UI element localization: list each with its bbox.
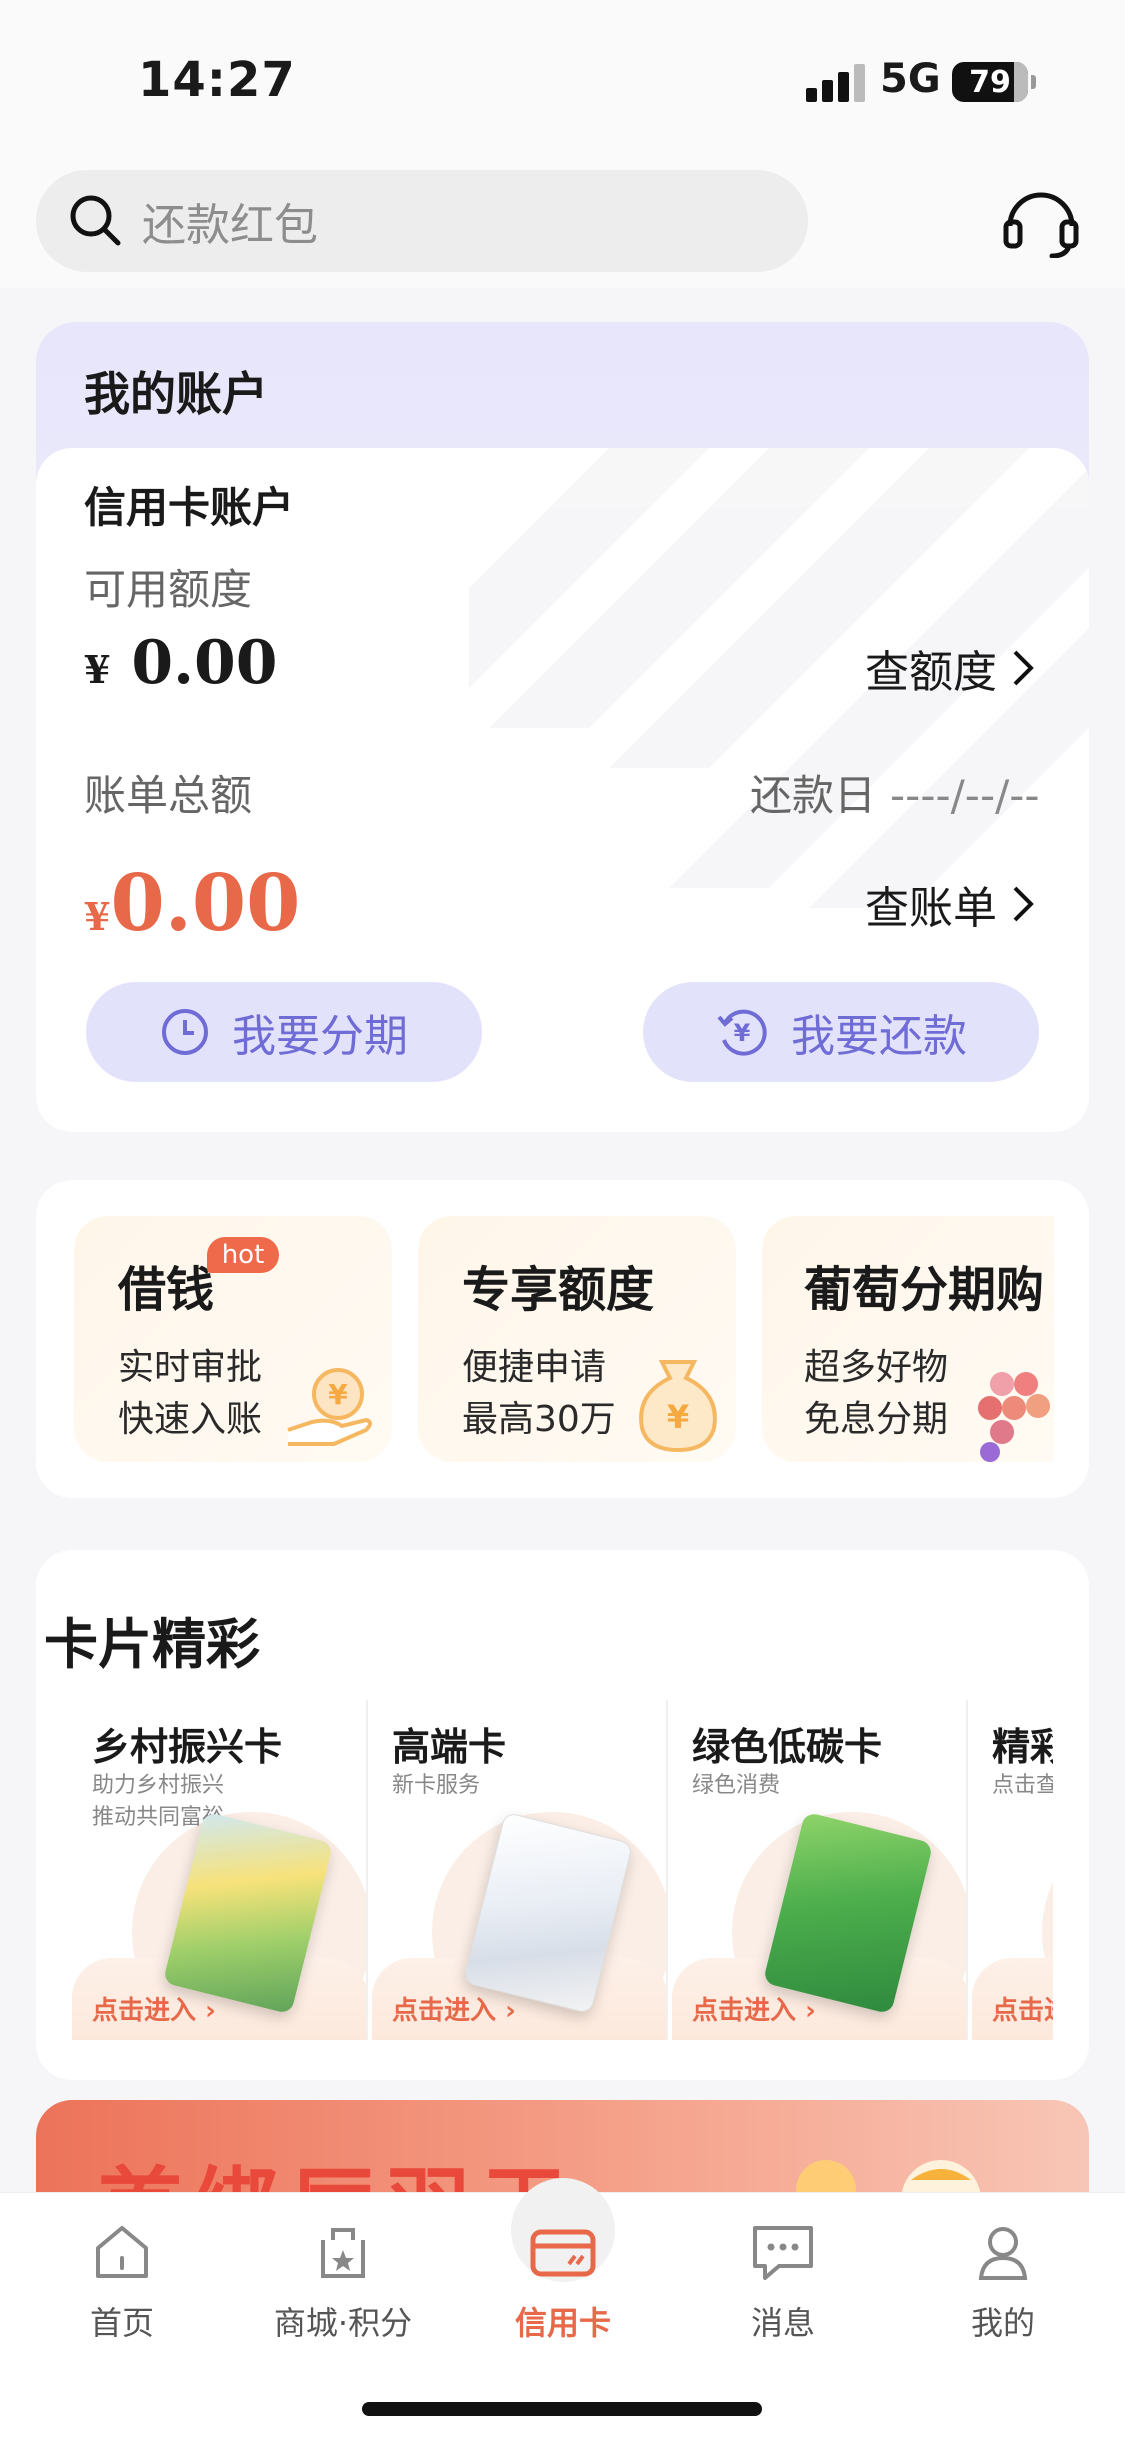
chevron-right-icon — [1013, 650, 1034, 686]
tab-label: 我的 — [970, 2304, 1035, 2342]
bill-total-label: 账单总额 — [84, 771, 253, 820]
repay-label: 我要还款 — [791, 1011, 967, 1062]
tab-shop[interactable]: 商城·积分 — [243, 2220, 443, 2344]
check-bill-label: 查账单 — [865, 883, 997, 934]
card-subtitle: 点击查 — [992, 1770, 1053, 1802]
card-sub-line1: 助力乡村振兴 — [92, 1773, 225, 1798]
exclusive-limit-title: 专享额度 — [462, 1262, 655, 1318]
card-name: 绿色低碳卡 — [692, 1725, 883, 1769]
bill-total-value: ¥0.00 — [84, 858, 300, 949]
home-indicator — [362, 2402, 762, 2416]
enter-link[interactable]: 点击进入 — [992, 1990, 1053, 2027]
check-limit-link[interactable]: 查额度 — [865, 636, 1035, 700]
exclusive-limit-card[interactable]: 专享额度 便捷申请 最高30万 ¥ — [418, 1216, 736, 1462]
currency-symbol: ¥ — [84, 894, 111, 939]
account-section-title: 我的账户 — [84, 367, 268, 421]
currency-symbol: ¥ — [84, 647, 111, 692]
card-name: 乡村振兴卡 — [92, 1725, 283, 1769]
network-type: 5G — [880, 56, 941, 102]
card-name: 精彩 — [992, 1725, 1053, 1769]
hot-badge: hot — [207, 1237, 279, 1273]
tab-label: 商城·积分 — [273, 2304, 413, 2342]
enter-label: 点击进入 — [392, 1996, 497, 2026]
borrow-title: 借钱 — [118, 1262, 215, 1318]
grape-installment-card[interactable]: 葡萄分期购 超多好物 免息分期 — [762, 1216, 1054, 1462]
tab-messages[interactable]: 消息 — [683, 2220, 883, 2344]
due-date: 还款日 ----/--/-- — [750, 762, 1040, 823]
battery-icon: 79 — [952, 62, 1036, 102]
available-limit-value: ¥ 0.00 — [84, 628, 277, 698]
check-limit-label: 查额度 — [865, 647, 997, 698]
card-subtitle: 绿色消费 — [692, 1770, 780, 1802]
signal-icon — [806, 62, 866, 102]
card-sub-line1: 点击查 — [992, 1773, 1053, 1798]
card-sub-line1: 绿色消费 — [692, 1773, 781, 1798]
bill-amount: 0.00 — [110, 858, 301, 949]
profile-icon — [978, 2227, 1028, 2280]
enter-label: 点击进入 — [92, 1996, 197, 2026]
exclusive-limit-line2: 最高30万 — [462, 1399, 616, 1440]
svg-text:¥: ¥ — [667, 1398, 689, 1436]
svg-text:¥: ¥ — [734, 1019, 751, 1047]
due-date-label: 还款日 — [750, 771, 877, 820]
grape-installment-title: 葡萄分期购 — [804, 1262, 1045, 1318]
message-icon — [753, 2226, 813, 2280]
card-name: 高端卡 — [392, 1725, 507, 1769]
card-subtitle: 新卡服务 — [392, 1770, 480, 1802]
enter-link[interactable]: 点击进入 › — [92, 1990, 216, 2027]
home-icon — [96, 2226, 148, 2278]
tab-credit-card[interactable]: 信用卡 — [463, 2220, 663, 2344]
borrow-line2: 快速入账 — [118, 1399, 263, 1440]
credit-card-account-title: 信用卡账户 — [84, 483, 295, 532]
chevron-right-icon — [1013, 886, 1034, 922]
money-bag-icon: ¥ — [639, 1360, 717, 1453]
installment-button[interactable]: 我要分期 — [86, 982, 482, 1082]
borrow-line1: 实时审批 — [118, 1347, 263, 1388]
search-icon — [70, 195, 121, 246]
enter-link[interactable]: 点击进入 › — [692, 1990, 816, 2027]
clock-icon — [162, 1009, 208, 1055]
available-limit-label: 可用额度 — [84, 565, 253, 614]
green-card-item[interactable]: 绿色低碳卡 绿色消费 点击进入 › — [672, 1700, 968, 2040]
grape-installment-line2: 免息分期 — [804, 1399, 949, 1440]
cards-section-title: 卡片精彩 — [44, 1613, 260, 1676]
search-input[interactable]: 还款红包 — [36, 170, 808, 272]
check-bill-link[interactable]: 查账单 — [865, 872, 1035, 936]
tab-profile[interactable]: 我的 — [903, 2220, 1103, 2344]
customer-service-icon[interactable] — [1000, 186, 1082, 258]
svg-text:¥: ¥ — [328, 1378, 348, 1411]
grape-icon — [978, 1372, 1050, 1462]
installment-label: 我要分期 — [232, 1011, 408, 1062]
premium-card-item[interactable]: 高端卡 新卡服务 点击进入 › — [372, 1700, 668, 2040]
grape-installment-line1: 超多好物 — [804, 1347, 949, 1388]
status-time: 14:27 — [138, 52, 296, 108]
search-placeholder: 还款红包 — [142, 200, 318, 251]
card-sub-line1: 新卡服务 — [392, 1773, 481, 1798]
enter-label: 点击进入 — [692, 1996, 797, 2026]
repay-icon: ¥ — [717, 1009, 767, 1056]
featured-card-item[interactable]: 精彩 点击查 点击进入 — [972, 1700, 1053, 2040]
repay-button[interactable]: ¥ 我要还款 — [643, 982, 1039, 1082]
tab-home[interactable]: 首页 — [22, 2220, 222, 2344]
exclusive-limit-line1: 便捷申请 — [462, 1347, 607, 1388]
tab-label: 消息 — [750, 2304, 815, 2342]
tab-label: 首页 — [89, 2304, 154, 2342]
enter-link[interactable]: 点击进入 › — [392, 1990, 516, 2027]
enter-label: 点击进入 — [992, 1996, 1053, 2026]
rural-card-item[interactable]: 乡村振兴卡 助力乡村振兴 推动共同富裕 点击进入 › — [72, 1700, 368, 2040]
credit-card-icon — [530, 2229, 596, 2277]
available-amount: 0.00 — [131, 628, 278, 698]
hand-coin-icon: ¥ — [287, 1368, 372, 1446]
shop-icon — [321, 2228, 365, 2278]
battery-level: 79 — [969, 64, 1011, 100]
due-date-value: ----/--/-- — [890, 771, 1040, 820]
tab-label: 信用卡 — [514, 2304, 611, 2342]
